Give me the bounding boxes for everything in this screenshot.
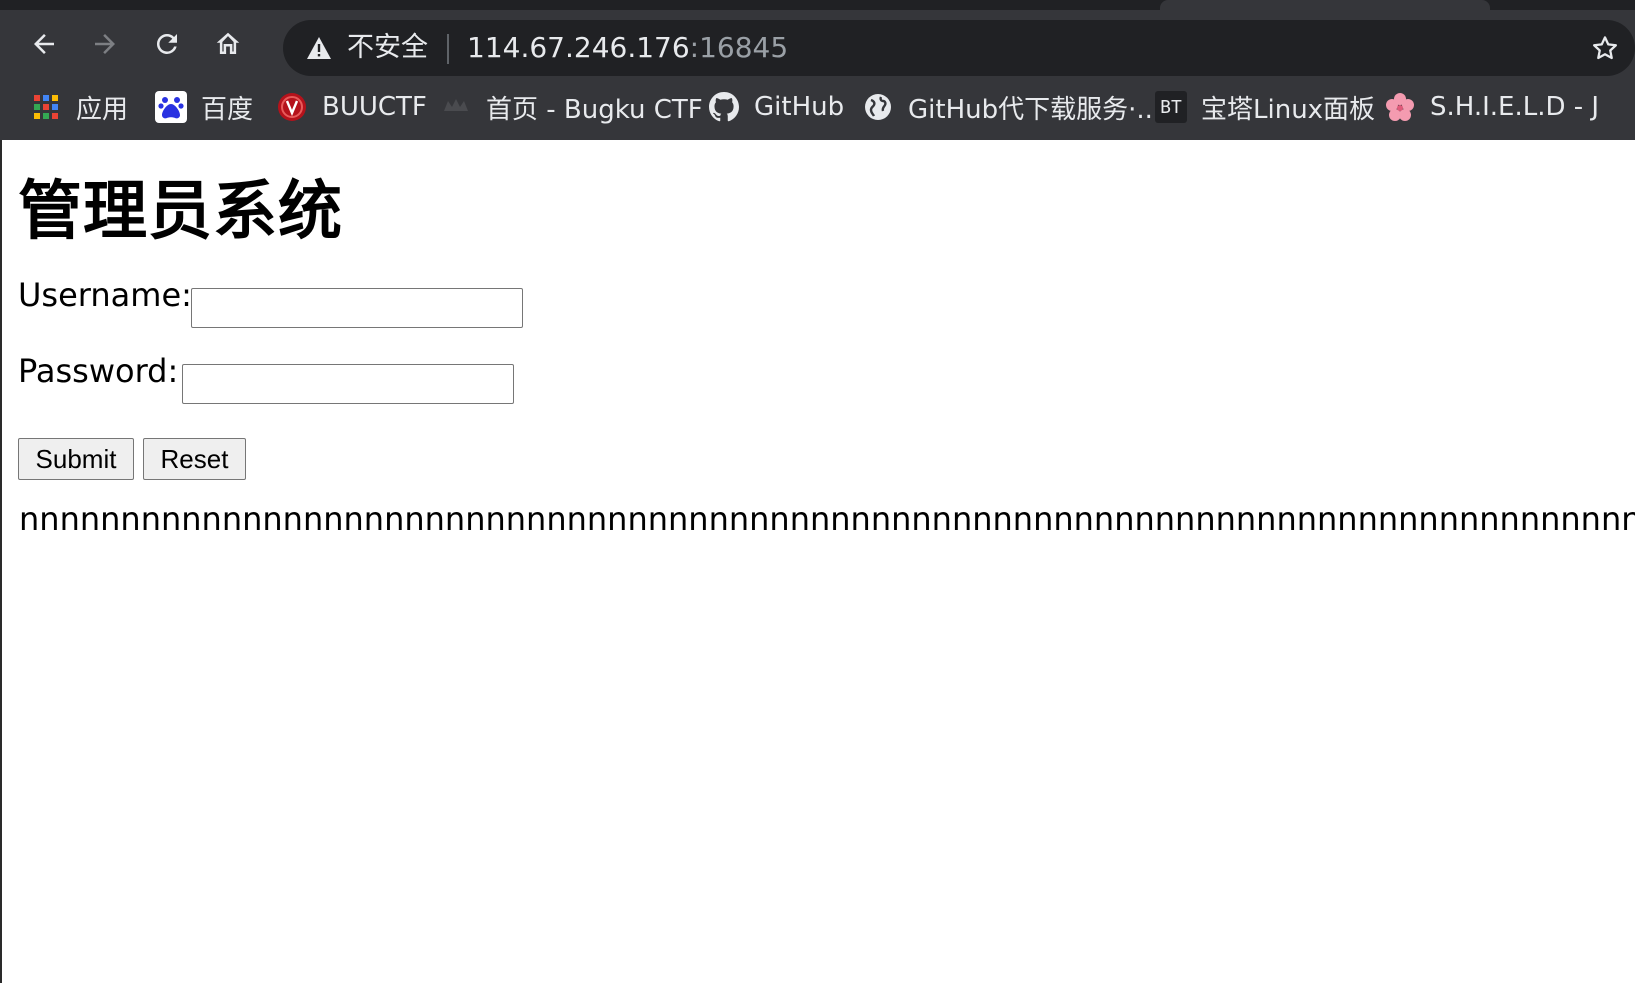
globe-icon: [862, 91, 894, 123]
baidu-paw-icon: [155, 91, 187, 123]
arrow-left-icon: [34, 34, 54, 54]
bookmark-github[interactable]: GitHub: [708, 84, 844, 130]
reload-button[interactable]: [145, 22, 189, 66]
bookmarks-bar: 应用 百度 BUUCTF 首页 - Bugku CTF GitHub GitHu…: [0, 82, 1635, 136]
buuctf-logo-icon: [276, 91, 308, 123]
bookmark-buuctf[interactable]: BUUCTF: [276, 84, 427, 130]
browser-chrome: 不安全 114.67.246.176:16845 应用 百度 BUUCTF 首页…: [0, 0, 1635, 140]
username-label: Username:: [18, 276, 192, 314]
github-icon: [708, 91, 740, 123]
bookmark-label: GitHub: [754, 92, 845, 122]
bookmark-label: BUUCTF: [322, 92, 427, 122]
bookmark-apps[interactable]: 应用: [30, 84, 128, 130]
bookmark-bt-panel[interactable]: BT 宝塔Linux面板: [1155, 84, 1375, 130]
bugku-logo-icon: [440, 91, 472, 123]
security-status-label[interactable]: 不安全: [347, 30, 428, 66]
output-text: nnnnnnnnnnnnnnnnnnnnnnnnnnnnnnnnnnnnnnnn…: [19, 500, 1635, 538]
bookmark-star-button[interactable]: [1585, 30, 1625, 66]
arrow-right-icon: [95, 34, 115, 54]
page-title: 管理员系统: [18, 175, 343, 249]
url-host: 114.67.246.176: [467, 31, 690, 64]
password-label: Password:: [18, 352, 179, 390]
reset-button[interactable]: Reset: [143, 438, 246, 480]
active-tab-edge[interactable]: [1160, 0, 1490, 10]
sakura-flower-icon: [1384, 91, 1416, 123]
bookmark-github-download[interactable]: GitHub代下载服务·...: [862, 84, 1161, 130]
bookmark-shield[interactable]: S.H.I.E.L.D - J: [1384, 84, 1599, 130]
password-input[interactable]: [182, 364, 514, 404]
back-button[interactable]: [22, 22, 66, 66]
apps-grid-icon: [30, 91, 62, 123]
browser-toolbar: 不安全 114.67.246.176:16845: [0, 10, 1635, 78]
url-port: :16845: [689, 31, 789, 64]
forward-button[interactable]: [83, 22, 127, 66]
star-icon: [1593, 36, 1617, 60]
bookmark-label: GitHub代下载服务·...: [908, 94, 1162, 125]
bookmark-bugku[interactable]: 首页 - Bugku CTF: [440, 84, 703, 130]
home-icon: [216, 32, 240, 54]
warning-triangle-icon[interactable]: [305, 34, 333, 62]
url-text[interactable]: 114.67.246.176:16845: [467, 30, 788, 66]
omnibox-divider: [447, 34, 449, 64]
bookmark-label: 应用: [76, 94, 129, 125]
bookmark-label: S.H.I.E.L.D - J: [1430, 92, 1600, 122]
username-input[interactable]: [191, 288, 523, 328]
bookmark-baidu[interactable]: 百度: [155, 84, 253, 130]
bookmark-label: 首页 - Bugku CTF: [486, 94, 703, 125]
page-content: 管理员系统 Username: Password: Submit Reset n…: [0, 140, 1635, 983]
address-bar[interactable]: 不安全 114.67.246.176:16845: [283, 20, 1635, 76]
bookmark-label: 宝塔Linux面板: [1201, 94, 1376, 125]
home-button[interactable]: [206, 22, 250, 66]
bookmark-label: 百度: [201, 94, 254, 125]
reload-icon: [156, 33, 177, 54]
bt-panel-icon: BT: [1155, 91, 1187, 123]
submit-button[interactable]: Submit: [18, 438, 134, 480]
